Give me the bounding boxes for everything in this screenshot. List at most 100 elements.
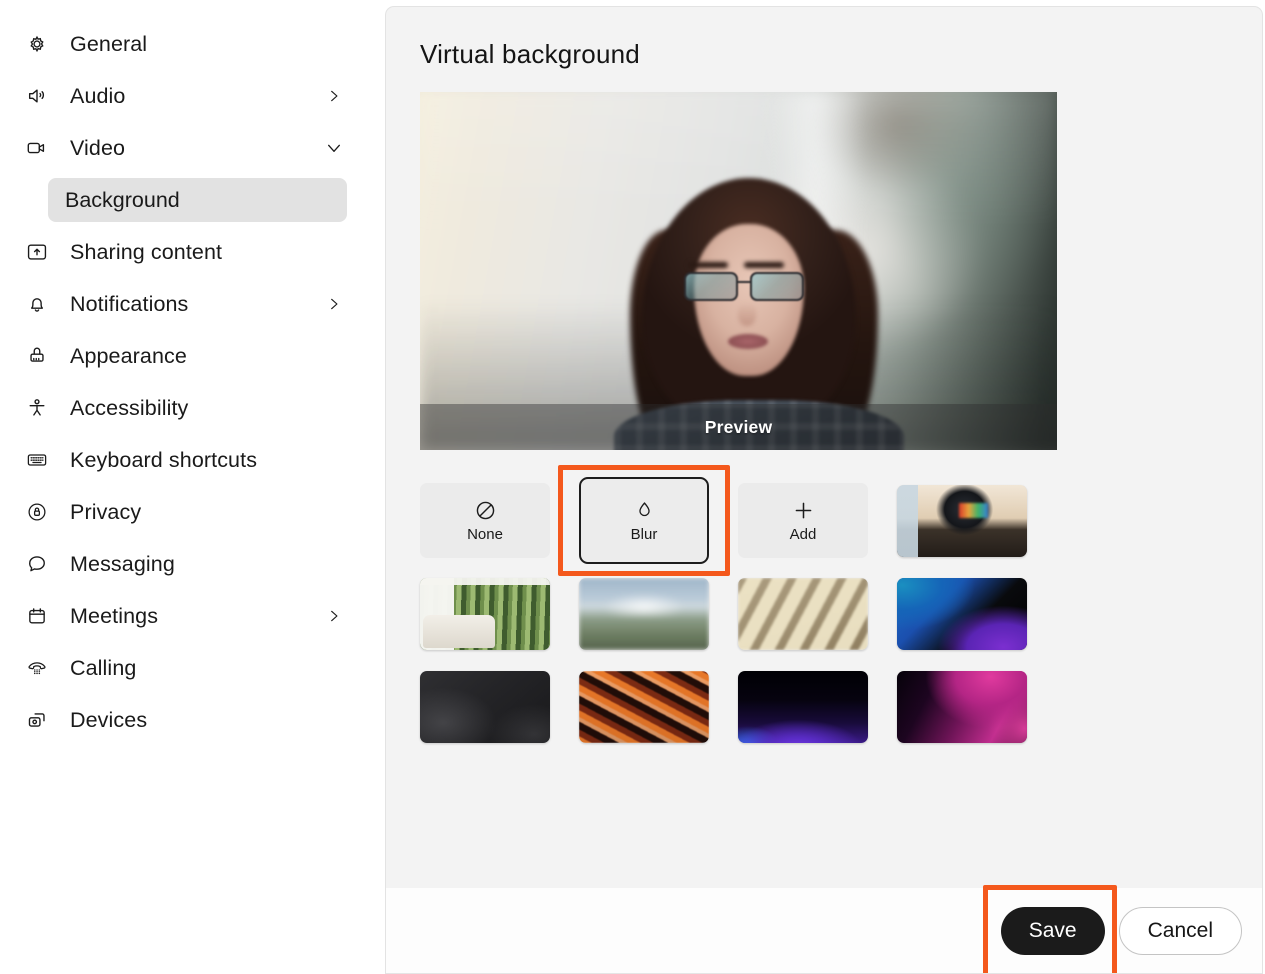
video-camera-icon [22, 133, 52, 163]
sidebar-item-general[interactable]: General [12, 22, 367, 66]
sidebar-item-devices[interactable]: Devices [12, 698, 367, 742]
dialog-footer: Save Cancel [386, 885, 1262, 974]
tile-cell-blue-gradient [738, 660, 868, 753]
save-button-wrapper: Save [982, 885, 1117, 974]
sidebar-item-label: Meetings [70, 603, 159, 628]
window-blinds-shadow-image [738, 577, 868, 650]
sidebar-item-label: Keyboard shortcuts [70, 447, 258, 472]
background-option-none[interactable]: None [420, 483, 550, 558]
mouth [728, 334, 768, 349]
sidebar-item-label: Sharing content [70, 239, 223, 264]
tile-cell-blinds [738, 567, 868, 660]
preview-label: Preview [420, 404, 1057, 450]
blurred-mountain-image [579, 577, 709, 650]
purple-blue-gradient-image [738, 670, 868, 743]
chevron-down-icon [325, 139, 343, 157]
background-thumbnail-modern-office[interactable] [897, 484, 1027, 557]
panel-content: Virtual background Preview None Blur Add [386, 7, 1262, 888]
living-room-forest-image [420, 577, 550, 650]
video-preview: Preview [420, 92, 1057, 450]
water-drop-icon [632, 499, 656, 523]
tile-cell-dark-gray [420, 660, 550, 753]
devices-icon [22, 705, 52, 735]
gear-icon [22, 29, 52, 59]
sidebar-item-calling[interactable]: Calling [12, 646, 367, 690]
bell-icon [22, 289, 52, 319]
sidebar-item-label: Audio [70, 83, 126, 108]
chat-bubble-icon [22, 549, 52, 579]
tile-cell-blur: Blur [558, 465, 730, 576]
sidebar-item-accessibility[interactable]: Accessibility [12, 386, 367, 430]
background-thumbnail-mountain[interactable] [579, 577, 709, 650]
sidebar-item-label: General [70, 31, 148, 56]
sidebar-item-label: Privacy [70, 499, 142, 524]
blue-purple-abstract-image [897, 577, 1027, 650]
sidebar-item-privacy[interactable]: Privacy [12, 490, 367, 534]
tile-cell-magenta [897, 660, 1027, 753]
background-thumbnail-blue-purple[interactable] [897, 577, 1027, 650]
chevron-right-icon [325, 607, 343, 625]
sidebar-item-video[interactable]: Video [12, 126, 367, 170]
tile-cell-none: None [420, 474, 550, 567]
background-option-label: Blur [630, 525, 658, 543]
background-thumbnail-purple-blue-gradient[interactable] [738, 670, 868, 743]
cancel-button[interactable]: Cancel [1118, 907, 1242, 955]
background-thumbnail-blinds[interactable] [738, 577, 868, 650]
virtual-background-panel: Virtual background Preview None Blur Add… [385, 6, 1263, 974]
sidebar-item-audio[interactable]: Audio [12, 74, 367, 118]
background-option-blur[interactable]: Blur [579, 477, 709, 564]
sidebar-item-meetings[interactable]: Meetings [12, 594, 367, 638]
magenta-waves-image [897, 670, 1027, 743]
lens-left [684, 272, 738, 301]
sidebar-item-keyboard-shortcuts[interactable]: Keyboard shortcuts [12, 438, 367, 482]
tile-cell-blue-purple [897, 567, 1027, 660]
plus-icon [791, 499, 815, 523]
page-title: Virtual background [420, 39, 640, 69]
background-thumbnail-dark-gray[interactable] [420, 670, 550, 743]
tile-cell-living-room [420, 567, 550, 660]
background-option-label: Add [789, 525, 817, 543]
sidebar-item-label: Devices [70, 707, 148, 732]
calendar-icon [22, 601, 52, 631]
sidebar-item-label: Messaging [70, 551, 175, 576]
accessibility-icon [22, 393, 52, 423]
eyeglasses [684, 270, 816, 304]
telephone-icon [22, 653, 52, 683]
settings-sidebar: General Audio Video Background Sharing c… [0, 0, 385, 974]
speaker-icon [22, 81, 52, 111]
sidebar-item-label: Calling [70, 655, 137, 680]
sidebar-subitem-background[interactable]: Background [48, 178, 347, 222]
sidebar-item-messaging[interactable]: Messaging [12, 542, 367, 586]
no-entry-icon [473, 499, 497, 523]
background-options-grid: None Blur Add [420, 465, 1060, 753]
sidebar-item-appearance[interactable]: Appearance [12, 334, 367, 378]
sidebar-item-label: Video [70, 135, 126, 160]
modern-office-image [897, 484, 1027, 557]
lens-right [750, 272, 804, 301]
sidebar-item-notifications[interactable]: Notifications [12, 282, 367, 326]
appearance-icon [22, 341, 52, 371]
lock-circle-icon [22, 497, 52, 527]
tile-cell-mountain [579, 567, 709, 660]
share-screen-icon [22, 237, 52, 267]
dark-gray-abstract-image [420, 670, 550, 743]
settings-window: General Audio Video Background Sharing c… [0, 0, 1265, 974]
save-button[interactable]: Save [1000, 907, 1105, 955]
keyboard-icon [22, 445, 52, 475]
background-thumbnail-orange-marble[interactable] [579, 670, 709, 743]
background-thumbnail-magenta-waves[interactable] [897, 670, 1027, 743]
orange-marble-image [579, 670, 709, 743]
background-thumbnail-living-room[interactable] [420, 577, 550, 650]
chevron-right-icon [325, 87, 343, 105]
chevron-right-icon [325, 295, 343, 313]
background-option-label: None [467, 525, 503, 543]
background-option-add[interactable]: Add [738, 483, 868, 558]
sidebar-item-sharing-content[interactable]: Sharing content [12, 230, 367, 274]
tile-cell-office [897, 474, 1027, 567]
tile-cell-lava [579, 660, 709, 753]
nose [738, 302, 756, 326]
sidebar-subitem-label: Background [65, 187, 180, 212]
tile-cell-add: Add [738, 474, 868, 567]
sidebar-item-label: Appearance [70, 343, 187, 368]
sidebar-item-label: Notifications [70, 291, 189, 316]
